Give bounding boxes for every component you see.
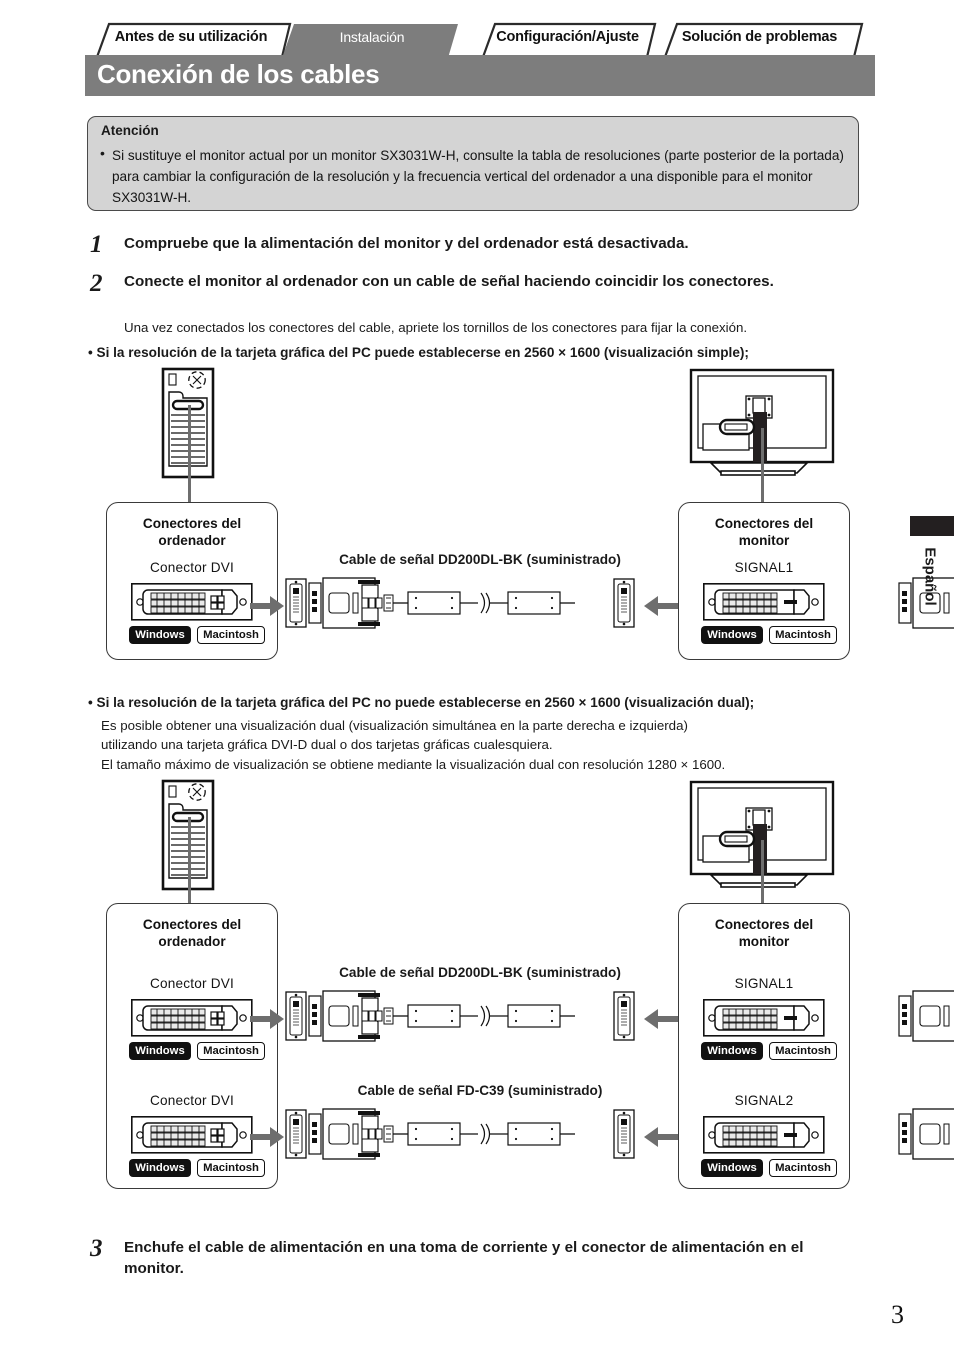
panel-title-line1: Conectores del bbox=[142, 917, 242, 932]
tab-antes-de-su-utilizacion[interactable]: Antes de su utilización bbox=[85, 22, 297, 59]
panel-title: Conectores del ordenador bbox=[107, 515, 277, 549]
panel-title-line2: monitor bbox=[738, 934, 790, 949]
bullet-dual-display: • Si la resolución de la tarjeta gráfica… bbox=[88, 695, 755, 710]
attention-title: Atención bbox=[101, 123, 159, 138]
monitor-connector-label-2: SIGNAL2 bbox=[734, 1093, 794, 1108]
signal-cable-fd-c39-dual bbox=[250, 1108, 954, 1160]
tab-bar: Antes de su utilización Instalación Conf… bbox=[85, 22, 875, 59]
badge-macintosh: Macintosh bbox=[769, 626, 837, 644]
panel-title: Conectores del monitor bbox=[679, 515, 849, 549]
signal-cable-dd200dl-bk-single bbox=[250, 577, 954, 629]
step-3-text: Enchufe el cable de alimentación en una … bbox=[124, 1239, 804, 1277]
step-2-text: Conecte el monitor al ordenador con un c… bbox=[124, 273, 774, 290]
dvi-i-connector-face bbox=[131, 583, 253, 621]
bullet-dual-line2: utilizando una tarjeta gráfica DVI-D dua… bbox=[101, 737, 553, 752]
tab-label: Configuración/Ajuste bbox=[496, 28, 639, 45]
title-bar: Conexión de los cables bbox=[85, 55, 875, 96]
badge-macintosh-2: Macintosh bbox=[769, 1159, 837, 1177]
panel-title-line2: monitor bbox=[738, 533, 790, 548]
monitor-connectors-panel-single: Conectores del monitor SIGNAL1 Windows M… bbox=[678, 502, 850, 660]
bullet-dual-line3: El tamaño máximo de visualización se obt… bbox=[101, 757, 726, 772]
pc-leader-line bbox=[188, 405, 191, 503]
step-2-number: 2 bbox=[90, 270, 103, 297]
attention-box: Atención • Si sustituye el monitor actua… bbox=[87, 116, 859, 211]
panel-title-line1: Conectores del bbox=[714, 917, 814, 932]
tab-instalacion[interactable]: Instalación bbox=[282, 22, 462, 58]
side-tab-espanol[interactable]: Español bbox=[895, 534, 954, 618]
panel-title: Conectores del ordenador bbox=[107, 916, 277, 950]
tab-configuracion-ajuste[interactable]: Configuración/Ajuste bbox=[475, 22, 660, 59]
step-1-number: 1 bbox=[90, 231, 103, 258]
attention-bullet-icon: • bbox=[100, 145, 105, 161]
tab-label: Solución de problemas bbox=[681, 28, 838, 45]
panel-title-line2: ordenador bbox=[158, 533, 226, 548]
badge-windows: Windows bbox=[129, 626, 191, 644]
tab-label: Instalación bbox=[339, 28, 405, 45]
monitor-leader-line bbox=[761, 428, 764, 503]
signal-cable-dd200dl-bk-dual bbox=[250, 990, 954, 1042]
dvi-i-connector-face-1 bbox=[131, 999, 253, 1037]
panel-title-line2: ordenador bbox=[158, 934, 226, 949]
dvi-i-connector-face-2 bbox=[131, 1116, 253, 1154]
bullet-single-display: • Si la resolución de la tarjeta gráfica… bbox=[88, 345, 749, 360]
cable-label-dual-1: Cable de señal DD200DL-BK (suministrado) bbox=[339, 965, 621, 980]
badge-windows-2: Windows bbox=[701, 1159, 763, 1177]
tab-label: Antes de su utilización bbox=[114, 28, 268, 45]
monitor-connector-label-1: SIGNAL1 bbox=[734, 976, 794, 991]
badge-windows-1: Windows bbox=[701, 1042, 763, 1060]
cable-label-single: Cable de señal DD200DL-BK (suministrado) bbox=[339, 552, 621, 567]
badge-windows-2: Windows bbox=[129, 1159, 191, 1177]
monitor-connectors-panel-dual: Conectores del monitor SIGNAL1 Windows M… bbox=[678, 903, 850, 1189]
panel-title-line1: Conectores del bbox=[714, 516, 814, 531]
attention-text: Si sustituye el monitor actual por un mo… bbox=[112, 148, 844, 205]
side-tab-bar bbox=[910, 516, 954, 536]
side-tab-label: Español bbox=[921, 546, 939, 606]
badge-macintosh-1: Macintosh bbox=[769, 1042, 837, 1060]
tab-solucion-de-problemas[interactable]: Solución de problemas bbox=[657, 22, 864, 59]
badge-windows-1: Windows bbox=[129, 1042, 191, 1060]
step-3-number: 3 bbox=[90, 1235, 103, 1262]
dvi-d-connector-face-1 bbox=[703, 999, 825, 1037]
step-1-text: Compruebe que la alimentación del monito… bbox=[124, 235, 689, 252]
step-2-subtext: Una vez conectados los conectores del ca… bbox=[124, 320, 748, 335]
panel-title-line1: Conectores del bbox=[142, 516, 242, 531]
monitor-connector-label: SIGNAL1 bbox=[734, 560, 794, 575]
panel-title: Conectores del monitor bbox=[679, 916, 849, 950]
page-header: Antes de su utilización Instalación Conf… bbox=[85, 22, 875, 96]
badge-windows: Windows bbox=[701, 626, 763, 644]
page-title: Conexión de los cables bbox=[97, 59, 380, 89]
dvi-d-connector-face bbox=[703, 583, 825, 621]
page-number: 3 bbox=[891, 1300, 904, 1329]
dvi-d-connector-face-2 bbox=[703, 1116, 825, 1154]
pc-leader-line-dual bbox=[188, 817, 191, 915]
cable-label-dual-2: Cable de señal FD-C39 (suministrado) bbox=[357, 1083, 603, 1098]
bullet-dual-line1: Es posible obtener una visualización dua… bbox=[101, 718, 688, 733]
